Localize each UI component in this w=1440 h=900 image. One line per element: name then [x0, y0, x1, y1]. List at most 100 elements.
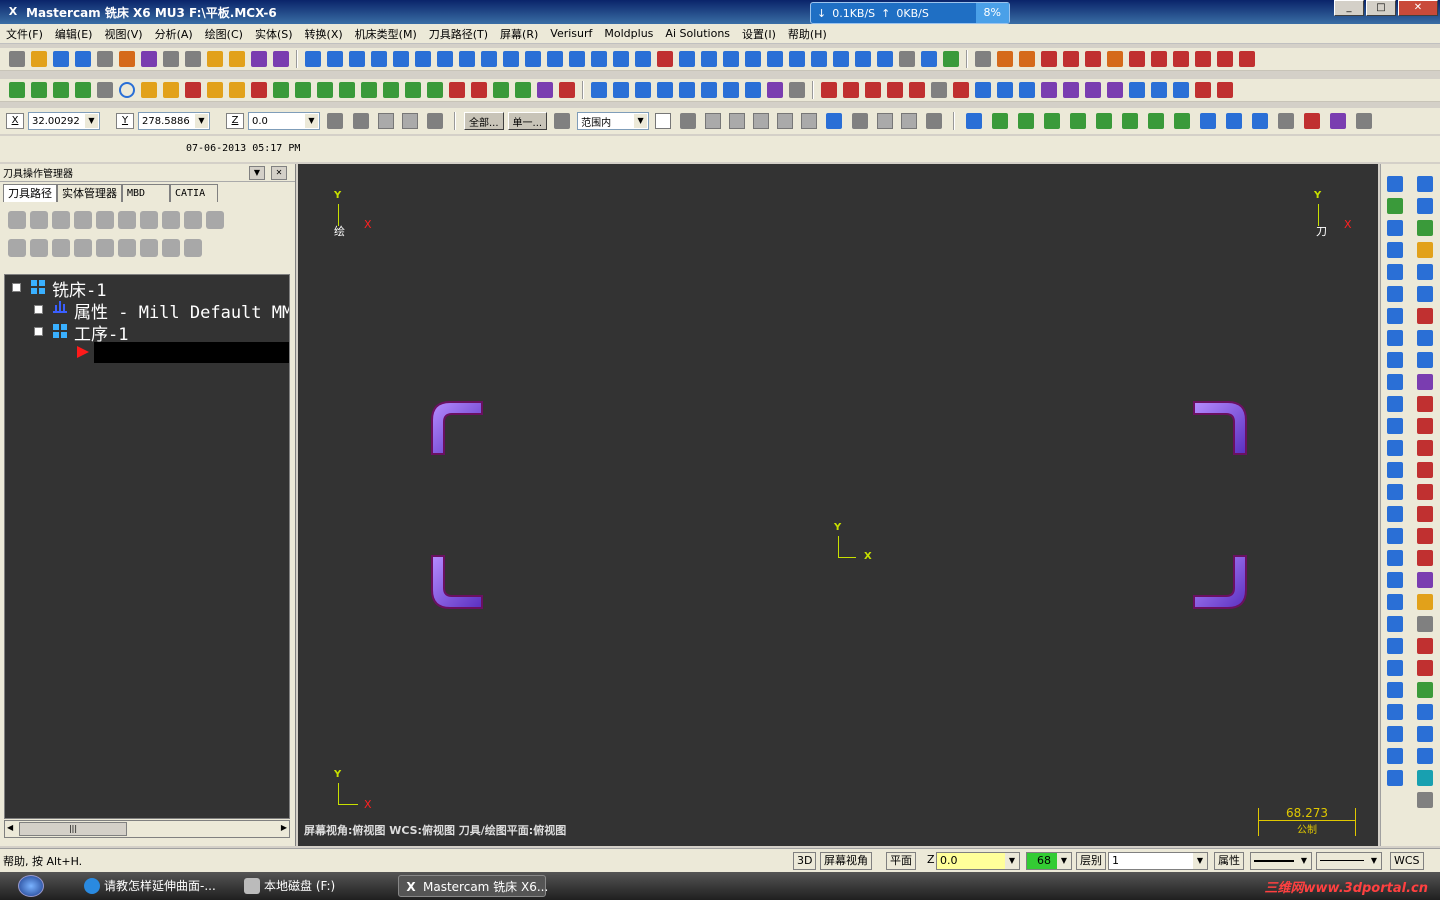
mirror-icon[interactable] — [613, 82, 629, 98]
menu-view[interactable]: 视图(V) — [98, 26, 148, 42]
network-icon[interactable] — [1085, 82, 1101, 98]
zoom-window-icon[interactable] — [1417, 176, 1433, 192]
helix-icon[interactable] — [383, 82, 399, 98]
analyze-angle-icon[interactable] — [953, 82, 969, 98]
analyze-distance-icon[interactable] — [865, 82, 881, 98]
surface-analysis-icon[interactable] — [1387, 770, 1403, 786]
x-coordinate-field[interactable]: 32.00292 ▼ — [28, 112, 100, 130]
edit-chain-icon[interactable] — [826, 113, 843, 129]
wireframe-icon[interactable] — [899, 51, 915, 67]
maximize-button[interactable]: □ — [1366, 0, 1396, 16]
view-iso-icon[interactable] — [992, 113, 1009, 129]
tab-toolpaths[interactable]: 刀具路径 — [3, 184, 57, 202]
merge-icon[interactable] — [119, 51, 135, 67]
save-ops-icon[interactable] — [52, 239, 70, 257]
notes-icon[interactable] — [1417, 792, 1433, 808]
shallow-icon[interactable] — [613, 51, 629, 67]
y-label[interactable]: Y — [116, 113, 134, 129]
menu-xform[interactable]: 转换(X) — [299, 26, 349, 42]
view-redo-icon[interactable] — [1356, 113, 1373, 129]
polar-line-icon[interactable] — [31, 82, 47, 98]
net-surface-icon[interactable] — [1387, 330, 1403, 346]
sketch-pencil-icon[interactable] — [1417, 242, 1433, 258]
menu-create[interactable]: 绘图(C) — [199, 26, 249, 42]
mask-icon[interactable] — [1195, 82, 1211, 98]
parallel-line-icon[interactable] — [53, 82, 69, 98]
rectangle-icon[interactable] — [339, 82, 355, 98]
solid-back-icon[interactable] — [777, 113, 794, 129]
text-tool-icon[interactable] — [1417, 770, 1433, 786]
fill-holes-icon[interactable] — [1387, 506, 1403, 522]
undo-icon[interactable] — [251, 51, 267, 67]
flat-boundary-icon[interactable] — [1387, 484, 1403, 500]
chamfer-icon[interactable] — [449, 82, 465, 98]
surface-rough-icon[interactable] — [415, 51, 431, 67]
spiral-curve-icon[interactable] — [405, 82, 421, 98]
view-bottom-icon[interactable] — [1122, 113, 1139, 129]
status-z-field[interactable]: 0.0 ▼ — [936, 852, 1020, 870]
extrude-icon[interactable] — [1387, 220, 1403, 236]
panel-dropdown-icon[interactable]: ▼ — [249, 166, 265, 180]
offset-icon[interactable] — [471, 82, 487, 98]
rotate-z-icon[interactable] — [1417, 748, 1433, 764]
letters-icon[interactable] — [493, 82, 509, 98]
light-icon[interactable] — [1417, 594, 1433, 610]
y-coordinate-field[interactable]: 278.5886 ▼ — [138, 112, 210, 130]
pointer-icon[interactable] — [680, 113, 697, 129]
select-all-button[interactable]: 全部... — [464, 112, 504, 130]
start-button[interactable] — [18, 875, 44, 897]
toggle-display-icon[interactable] — [1173, 51, 1189, 67]
fit-icon[interactable] — [1387, 176, 1403, 192]
operations-tree[interactable]: 铣床-1 属性 - Mill Default MM 工序-1 — [4, 274, 290, 819]
panel-close-icon[interactable]: ✕ — [271, 166, 287, 180]
move-down-icon[interactable] — [74, 239, 92, 257]
pan-icon[interactable] — [966, 113, 983, 129]
arc-3points-icon[interactable] — [163, 82, 179, 98]
solid-body-icon[interactable] — [753, 113, 770, 129]
backplot-icon[interactable] — [975, 51, 991, 67]
graphics-viewport[interactable]: Y X 绘 Y X 刀 Y X Y X 屏幕视角:俯视图 WCS:俯视图 刀具/… — [298, 164, 1378, 846]
offset-surface-icon[interactable] — [1387, 396, 1403, 412]
help-select-icon[interactable] — [926, 113, 943, 129]
expand-icon[interactable] — [34, 305, 43, 314]
extend-surface-icon[interactable] — [1387, 462, 1403, 478]
z-label[interactable]: Z — [226, 113, 244, 129]
lock-icon[interactable] — [1151, 51, 1167, 67]
level-field[interactable]: 1 ▼ — [1108, 852, 1208, 870]
swarf-icon[interactable] — [943, 51, 959, 67]
radial-icon[interactable] — [481, 51, 497, 67]
expand-icon[interactable] — [1217, 51, 1233, 67]
display-options-icon[interactable] — [184, 239, 202, 257]
trim-surface-icon[interactable] — [1387, 440, 1403, 456]
selection-mode-icon[interactable] — [554, 113, 571, 129]
taskbar-item-browser[interactable]: 请教怎样延伸曲面-... — [80, 875, 222, 897]
scroll-left-icon[interactable]: ◀ — [7, 823, 13, 832]
project-xform-icon[interactable] — [701, 82, 717, 98]
drill-icon[interactable] — [349, 51, 365, 67]
loft-icon[interactable] — [1387, 286, 1403, 302]
pencil-icon[interactable] — [207, 51, 223, 67]
dynamic-rotate-icon[interactable] — [1417, 198, 1433, 214]
minimize-button[interactable]: _ — [1334, 0, 1364, 16]
intersect-icon[interactable] — [1387, 748, 1403, 764]
shade-icon[interactable] — [975, 82, 991, 98]
solid-edge-icon[interactable] — [729, 113, 746, 129]
rotate-x-icon[interactable] — [1417, 704, 1433, 720]
draft-icon[interactable] — [1387, 374, 1403, 390]
taskbar-item-mastercam[interactable]: X Mastercam 铣床 X6... — [398, 875, 548, 897]
only-display-icon[interactable] — [162, 239, 180, 257]
copy-icon[interactable] — [163, 51, 179, 67]
menu-verisurf[interactable]: Verisurf — [544, 27, 598, 40]
post-ops-icon[interactable] — [162, 211, 180, 229]
view-left-icon[interactable] — [1096, 113, 1113, 129]
regen-dirty-icon[interactable] — [74, 211, 92, 229]
menu-settings[interactable]: 设置(I) — [736, 26, 782, 42]
chevron-down-icon[interactable]: ▼ — [1367, 853, 1381, 869]
break-icon[interactable] — [559, 82, 575, 98]
regen-all-icon[interactable] — [52, 211, 70, 229]
rotate-icon[interactable] — [635, 82, 651, 98]
multiaxis-icon[interactable] — [921, 51, 937, 67]
plunge-icon[interactable] — [459, 51, 475, 67]
circle-edge-icon[interactable] — [251, 82, 267, 98]
2-surface-blend-icon[interactable] — [1387, 616, 1403, 632]
